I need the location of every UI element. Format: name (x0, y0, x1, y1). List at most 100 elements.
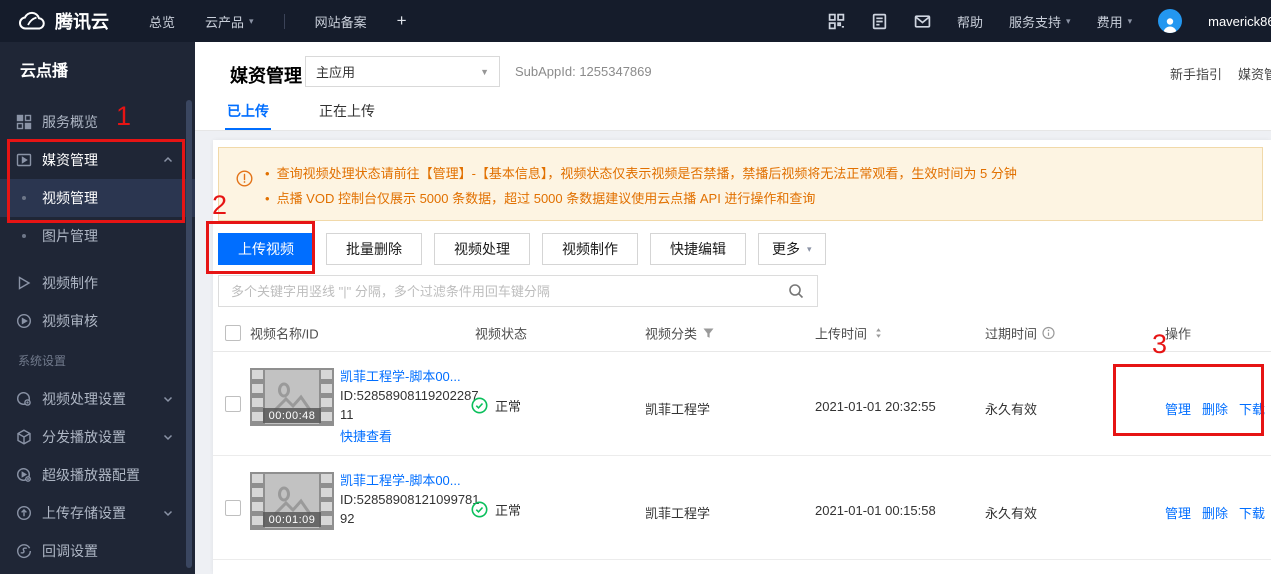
upload-time-cell: 2021-01-01 00:15:58 (815, 503, 936, 518)
user-avatar[interactable] (1158, 9, 1183, 33)
nav-help[interactable]: 帮助 (957, 12, 983, 31)
sidebar-item-service-overview[interactable]: 服务概览 (0, 103, 195, 141)
video-id: ID:5285890812109978192 (340, 492, 480, 526)
row-checkbox[interactable] (225, 500, 241, 516)
search-bar (218, 275, 818, 307)
sidebar-scrollbar[interactable] (186, 100, 192, 568)
sidebar-item-media-management[interactable]: 媒资管理 (0, 141, 195, 179)
sidebar-item-callback-settings[interactable]: 回调设置 (0, 532, 195, 570)
page-header: 媒资管理 主应用 ▼ SubAppId: 1255347869 新手指引 媒资管… (195, 42, 1271, 131)
top-navbar: 腾讯云 总览 云产品 ▾ 网站备案 + 帮助 服务支持 ▾ 费用 ▾ maver… (0, 0, 1271, 42)
filmstrip-right (321, 370, 332, 424)
table-header: 视频名称/ID 视频状态 视频分类 上传时间 过期时间 操作 (213, 315, 1271, 352)
manage-link[interactable]: 管理 (1165, 399, 1191, 418)
video-make-button[interactable]: 视频制作 (542, 233, 638, 265)
category-cell: 凯菲工程学 (645, 402, 711, 417)
sidebar-item-video-processing-settings[interactable]: 视频处理设置 (0, 380, 195, 418)
filter-icon[interactable] (702, 327, 715, 340)
banner-line-1: • 查询视频处理状态请前往【管理】-【基本信息】，视频状态仅表示视频是否禁播，禁播… (265, 166, 1017, 181)
player-config-icon (16, 467, 31, 482)
expire-cell: 永久有效 (985, 506, 1038, 521)
category-cell: 凯菲工程学 (645, 506, 711, 521)
video-name-link[interactable]: 凯菲工程学-脚本00... (340, 367, 480, 386)
col-header-actions: 操作 (1165, 326, 1192, 342)
beginner-guide-link[interactable]: 新手指引 (1170, 64, 1222, 83)
quick-edit-button[interactable]: 快捷编辑 (650, 233, 746, 265)
delete-link[interactable]: 删除 (1202, 503, 1228, 522)
tabs: 已上传 正在上传 (225, 92, 377, 130)
header-links: 新手指引 媒资管 (1170, 64, 1271, 83)
filmstrip-left (252, 370, 263, 424)
video-duration: 00:00:48 (263, 408, 321, 423)
app-select-value: 主应用 (316, 65, 356, 80)
header-checkbox[interactable] (225, 325, 241, 341)
nav-add-shortcut[interactable]: + (397, 11, 407, 31)
col-header-category: 视频分类 (645, 324, 715, 343)
download-link[interactable]: 下载 (1239, 399, 1265, 418)
status-text: 正常 (495, 399, 522, 414)
document-icon[interactable] (871, 13, 888, 30)
chevron-down-icon: ▾ (249, 15, 254, 26)
video-thumbnail[interactable]: 00:00:48 (250, 368, 334, 426)
sidebar-item-upload-storage-settings[interactable]: 上传存储设置 (0, 494, 195, 532)
app-select-dropdown[interactable]: 主应用 ▼ (305, 56, 500, 87)
media-guide-link[interactable]: 媒资管 (1238, 64, 1271, 83)
more-button[interactable]: 更多 ▾ (758, 233, 826, 265)
main-area: 媒资管理 主应用 ▼ SubAppId: 1255347869 新手指引 媒资管… (195, 42, 1271, 574)
info-icon[interactable] (1042, 326, 1055, 340)
account-name[interactable]: maverick86@ (1208, 14, 1271, 29)
nav-divider (283, 13, 285, 29)
row-checkbox[interactable] (225, 396, 241, 412)
actions-cell: 管理 删除 下载 (1165, 503, 1265, 522)
play-triangle-icon (18, 276, 31, 290)
chevron-down-icon (163, 396, 173, 403)
chevron-down-icon: ▼ (480, 66, 489, 77)
video-process-button[interactable]: 视频处理 (434, 233, 530, 265)
chevron-down-icon: ▾ (1127, 15, 1133, 26)
sidebar-item-video-management[interactable]: 视频管理 (0, 179, 195, 217)
nav-overview[interactable]: 总览 (149, 12, 175, 31)
chevron-up-icon (163, 156, 173, 163)
upload-video-button[interactable]: 上传视频 (218, 233, 314, 265)
warning-banner: • 查询视频处理状态请前往【管理】-【基本信息】，视频状态仅表示视频是否禁播，禁播… (218, 147, 1263, 221)
sidebar-section-system-settings: 系统设置 (18, 354, 67, 368)
nav-icp-filing[interactable]: 网站备案 (315, 12, 367, 31)
nav-support[interactable]: 服务支持 ▾ (1009, 12, 1071, 31)
quick-view-link[interactable]: 快捷查看 (340, 427, 480, 446)
sidebar-item-video-production[interactable]: 视频制作 (0, 264, 195, 302)
download-link[interactable]: 下载 (1239, 503, 1265, 522)
sort-icon[interactable] (872, 327, 885, 340)
filmstrip-right (321, 474, 332, 528)
delete-link[interactable]: 删除 (1202, 399, 1228, 418)
video-table: 视频名称/ID 视频状态 视频分类 上传时间 过期时间 操作 00:00:48 … (213, 315, 1271, 574)
batch-delete-button[interactable]: 批量删除 (326, 233, 422, 265)
search-input[interactable] (219, 283, 788, 299)
qr-scan-icon[interactable] (828, 13, 845, 30)
status-ok-icon (471, 397, 488, 414)
table-row-2: 00:01:09 凯菲工程学-脚本00... ID:52858908121099… (213, 456, 1271, 560)
person-icon (1163, 18, 1177, 33)
nav-products[interactable]: 云产品 ▾ (205, 12, 254, 31)
manage-link[interactable]: 管理 (1165, 503, 1191, 522)
tab-uploading[interactable]: 正在上传 (317, 92, 377, 130)
actions-cell: 管理 删除 下载 (1165, 399, 1265, 418)
sidebar-item-video-review[interactable]: 视频审核 (0, 302, 195, 340)
filmstrip-left (252, 474, 263, 528)
video-name-link[interactable]: 凯菲工程学-脚本00... (340, 471, 480, 490)
search-icon[interactable] (788, 283, 804, 299)
page-title: 媒资管理 (230, 66, 302, 86)
sidebar-item-super-player-config[interactable]: 超级播放器配置 (0, 456, 195, 494)
sidebar-item-image-management[interactable]: 图片管理 (0, 217, 195, 255)
tab-uploaded[interactable]: 已上传 (225, 92, 271, 130)
bullet: • (265, 166, 270, 181)
mail-icon[interactable] (914, 13, 931, 30)
col-header-expire: 过期时间 (985, 324, 1055, 343)
nav-billing[interactable]: 费用 ▾ (1097, 12, 1133, 31)
name-cell: 凯菲工程学-脚本00... ID:5285890812109978192 (340, 471, 480, 528)
media-play-icon (16, 153, 32, 167)
video-thumbnail[interactable]: 00:01:09 (250, 472, 334, 530)
sidebar-item-distribution-playback-settings[interactable]: 分发播放设置 (0, 418, 195, 456)
bullet-dot (22, 196, 26, 200)
tencent-cloud-logo[interactable]: 腾讯云 (18, 8, 109, 34)
status-ok-icon (471, 501, 488, 518)
